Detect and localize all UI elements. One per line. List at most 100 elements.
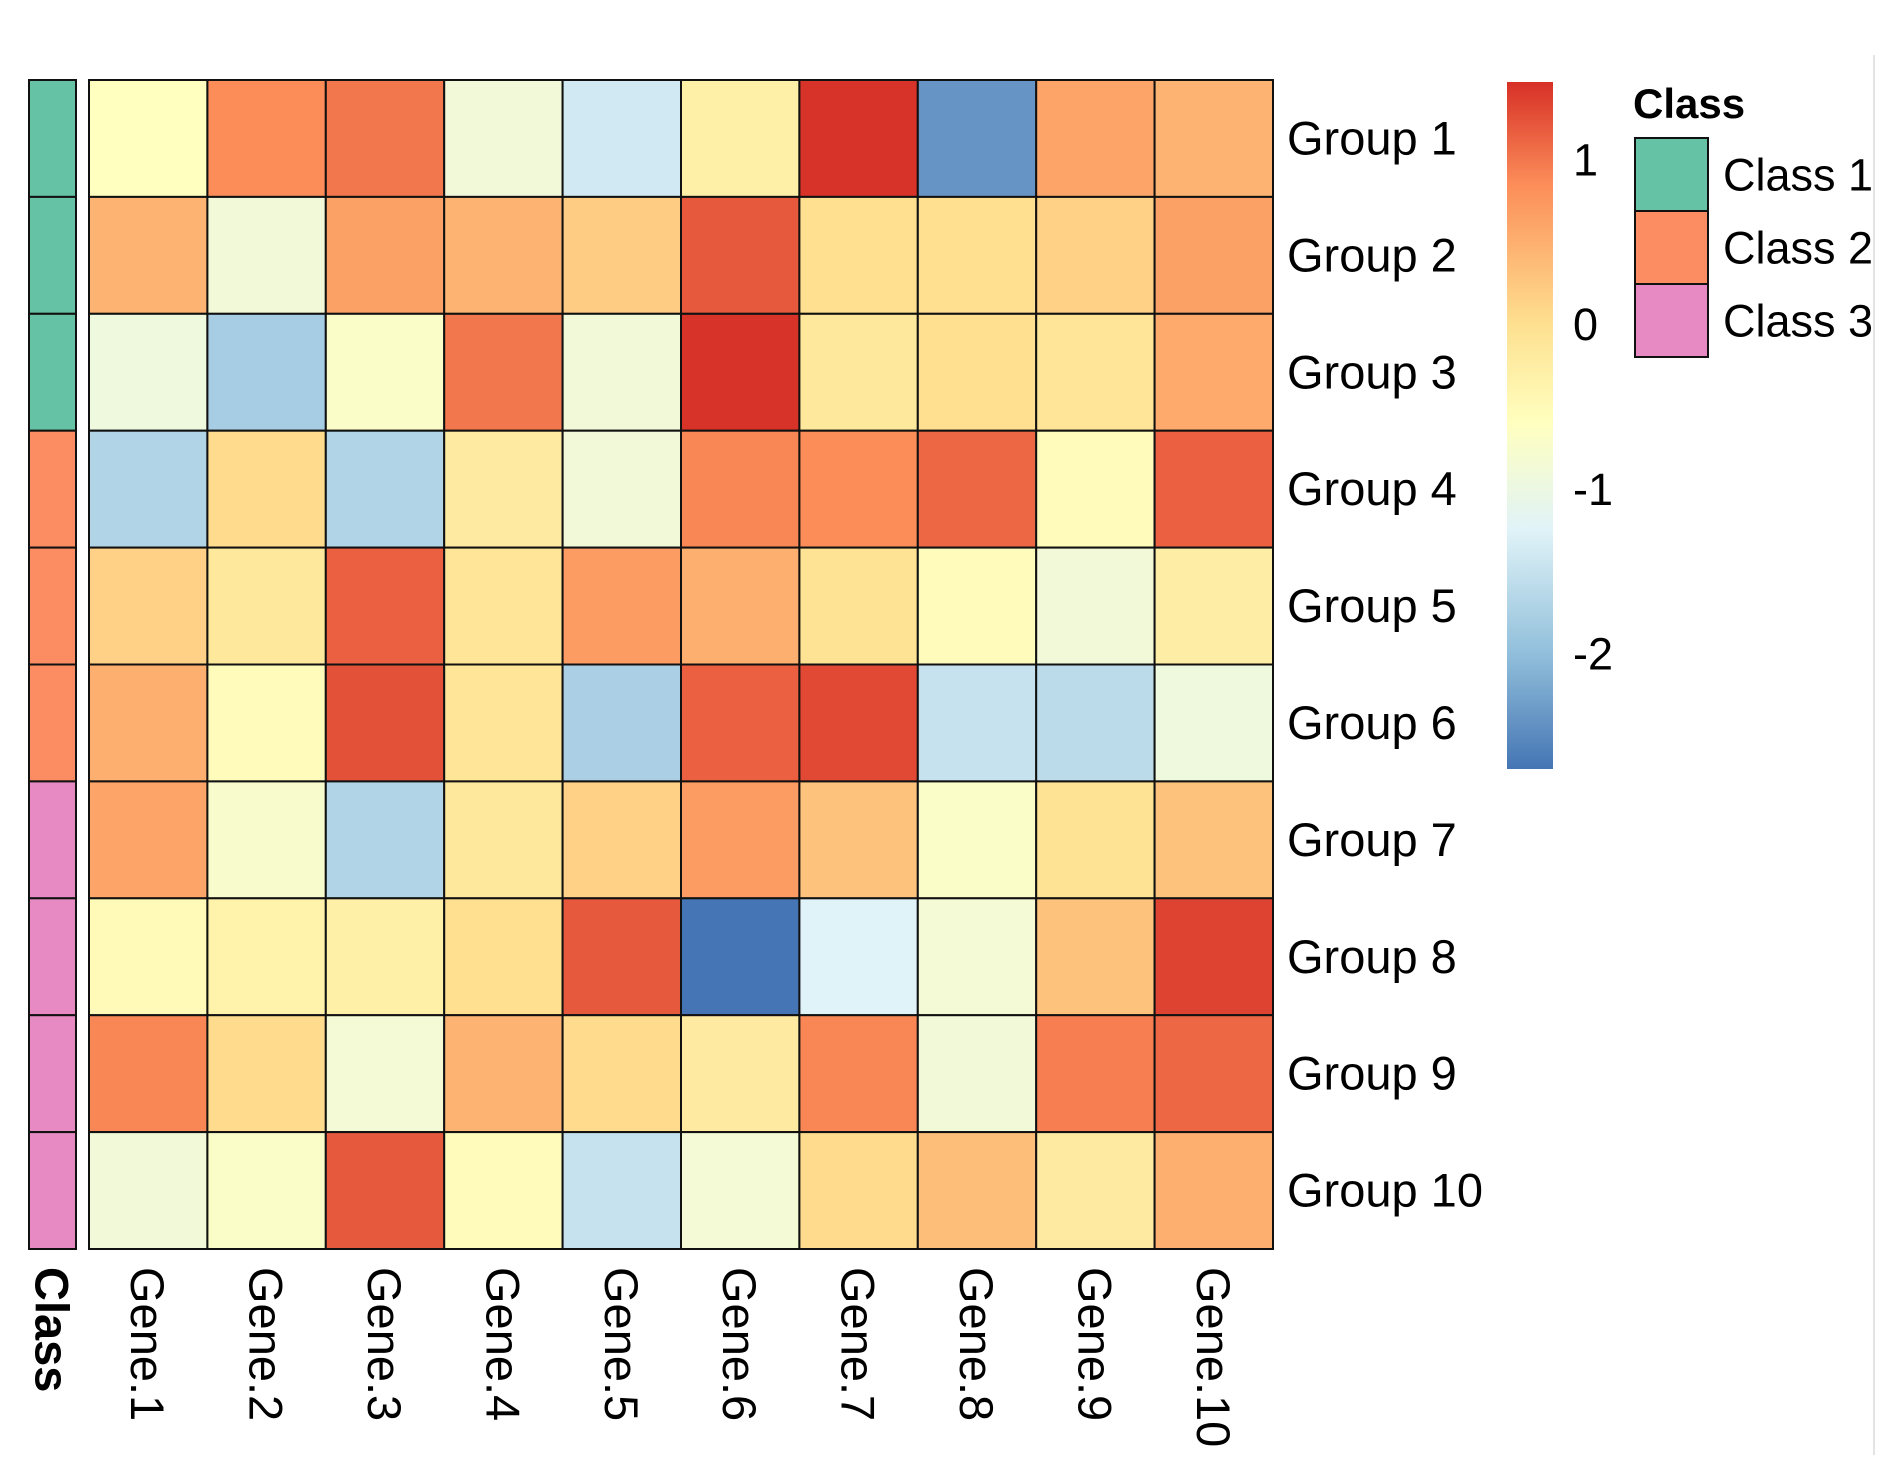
heatmap-cell — [88, 195, 209, 315]
heatmap-cell — [206, 897, 327, 1017]
heatmap-cell — [798, 195, 919, 315]
heatmap-cell — [443, 897, 564, 1017]
column-label: Gene.7 — [832, 1267, 885, 1421]
heatmap-cell — [206, 663, 327, 783]
legend-swatch — [1634, 283, 1709, 358]
annotation-cell — [28, 195, 77, 315]
heatmap-cell — [443, 1131, 564, 1250]
heatmap-cell — [88, 1131, 209, 1250]
heatmap-cell — [206, 546, 327, 666]
heatmap-cell — [798, 546, 919, 666]
row-label: Group 2 — [1287, 228, 1457, 281]
heatmap-cell — [206, 195, 327, 315]
row-label: Group 4 — [1287, 462, 1457, 515]
column-label: Gene.3 — [358, 1267, 411, 1421]
heatmap-cell — [88, 663, 209, 783]
heatmap-cell — [1153, 897, 1274, 1017]
column-label: Gene.6 — [713, 1267, 766, 1421]
heatmap-cells — [88, 79, 1274, 1250]
heatmap-cell — [1153, 312, 1274, 432]
heatmap-cell — [916, 429, 1038, 549]
heatmap-cell — [324, 429, 446, 549]
heatmap-cell — [561, 195, 682, 315]
heatmap-cell — [561, 429, 682, 549]
heatmap-cell — [916, 897, 1038, 1017]
row-label: Group 7 — [1287, 813, 1457, 866]
heatmap-cell — [1153, 546, 1274, 666]
row-label: Group 3 — [1287, 345, 1457, 398]
heatmap-cell — [324, 312, 446, 432]
heatmap-cell — [798, 312, 919, 432]
heatmap-cell — [324, 195, 446, 315]
heatmap-cell — [324, 546, 446, 666]
heatmap-cell — [1035, 195, 1156, 315]
heatmap-cell — [680, 546, 801, 666]
heatmap-cell — [680, 195, 801, 315]
heatmap-cell — [916, 1014, 1038, 1134]
heatmap-cell — [443, 429, 564, 549]
colorbar-tick-label: -2 — [1573, 629, 1613, 680]
heatmap-cell — [324, 1014, 446, 1134]
heatmap-cell — [798, 897, 919, 1017]
heatmap-cell — [916, 312, 1038, 432]
heatmap-cell — [1035, 312, 1156, 432]
heatmap-cell — [1153, 429, 1274, 549]
colorbar-tick-label: 0 — [1573, 299, 1598, 350]
heatmap-cell — [443, 663, 564, 783]
heatmap-cell — [680, 1014, 801, 1134]
row-labels: Group 1 Group 2 Group 3 Group 4 Group 5 Group… — [1287, 111, 1483, 1216]
heatmap-cell — [443, 195, 564, 315]
heatmap-cell — [561, 546, 682, 666]
heatmap-cell — [561, 1131, 682, 1250]
heatmap-cell — [680, 897, 801, 1017]
column-label: Gene.8 — [950, 1267, 1003, 1421]
heatmap-cell — [916, 1131, 1038, 1250]
heatmap-cell — [680, 1131, 801, 1250]
column-label: Gene.1 — [121, 1267, 174, 1421]
heatmap-cell — [561, 663, 682, 783]
heatmap-cell — [561, 312, 682, 432]
heatmap-cell — [88, 1014, 209, 1134]
legend-swatch — [1634, 137, 1709, 212]
column-label: Gene.2 — [240, 1267, 293, 1421]
colorbar-gradient — [1507, 82, 1553, 769]
column-label: Gene.4 — [476, 1267, 529, 1421]
annotation-cell — [28, 663, 77, 783]
column-label: Gene.10 — [1187, 1267, 1240, 1447]
heatmap-cell — [1153, 1131, 1274, 1250]
heatmap-cell — [1035, 1131, 1156, 1250]
heatmap-cell — [916, 663, 1038, 783]
heatmap-cell — [916, 195, 1038, 315]
row-label: Group 9 — [1287, 1047, 1457, 1100]
class-legend: Class Class 1 Class 2 Class 3 — [1633, 80, 1873, 358]
heatmap-cell — [798, 429, 919, 549]
annotation-axis-label: Class — [26, 1267, 79, 1392]
heatmap-cell — [1153, 195, 1274, 315]
annotation-cell — [28, 780, 77, 900]
heatmap-cell — [680, 663, 801, 783]
row-label: Group 5 — [1287, 579, 1457, 632]
heatmap-cell — [88, 312, 209, 432]
annotation-cell — [28, 1131, 77, 1250]
heatmap-cell — [798, 1014, 919, 1134]
heatmap-cell — [1153, 780, 1274, 900]
heatmap-cell — [206, 780, 327, 900]
annotation-cell — [28, 897, 77, 1017]
heatmap-cell — [1153, 1014, 1274, 1134]
row-label: Group 8 — [1287, 930, 1457, 983]
heatmap-cell — [88, 429, 209, 549]
heatmap-cell — [680, 79, 801, 198]
heatmap-cell — [324, 663, 446, 783]
heatmap-cell — [680, 780, 801, 900]
legend-swatch — [1634, 210, 1709, 285]
annotation-cell — [28, 429, 77, 549]
heatmap-cell — [324, 780, 446, 900]
heatmap-cell — [561, 897, 682, 1017]
heatmap-cell — [88, 780, 209, 900]
heatmap-cell — [916, 79, 1038, 198]
heatmap-cell — [206, 1014, 327, 1134]
annotation-cell — [28, 1014, 77, 1134]
heatmap-cell — [1035, 663, 1156, 783]
heatmap-chart: Group 1 Group 2 Group 3 Group 4 Group 5 Group… — [26, 79, 1873, 1447]
heatmap-cell — [798, 780, 919, 900]
